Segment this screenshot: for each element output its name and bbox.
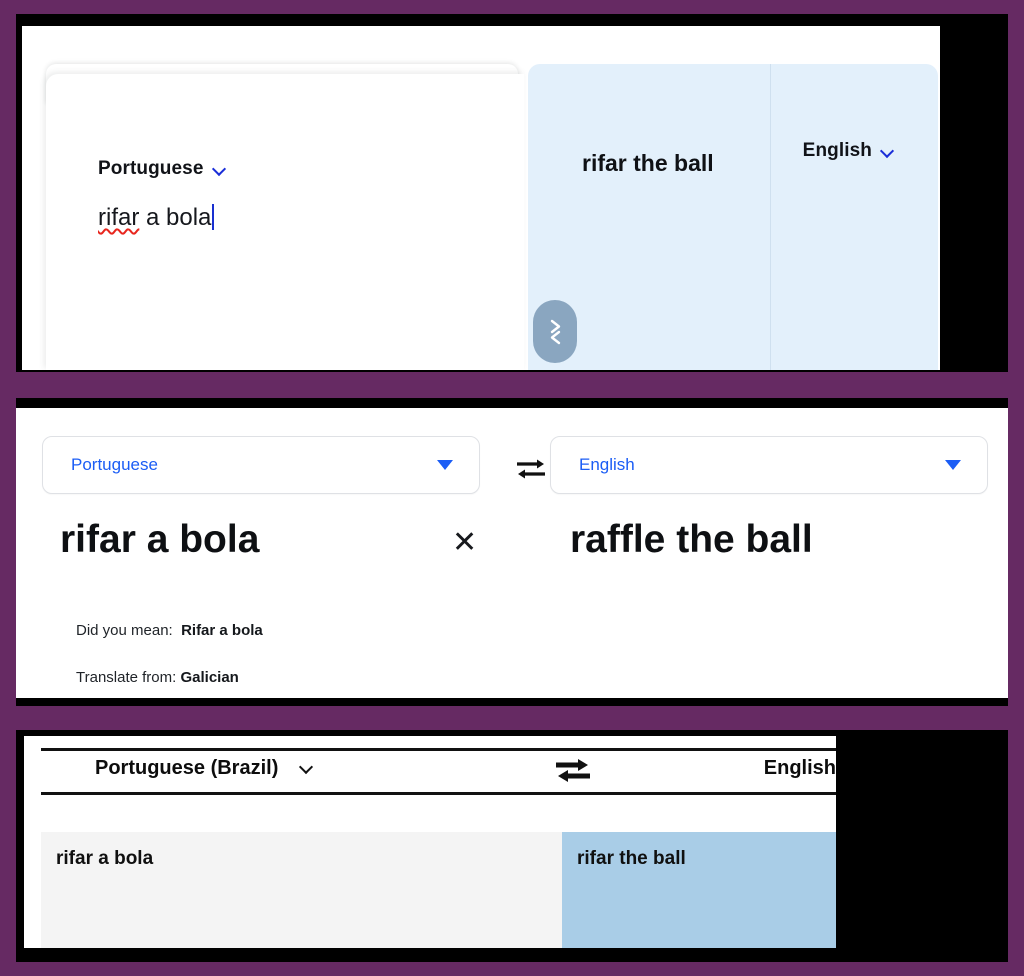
- frame-divider-1b: [0, 386, 1024, 398]
- translate-from-row[interactable]: Translate from: Galician: [76, 669, 239, 686]
- target-text-top: rifar the ball: [582, 150, 714, 176]
- source-pane: Portuguese rifar a bola: [46, 74, 524, 370]
- swap-languages-icon[interactable]: [552, 757, 594, 785]
- swap-languages-icon[interactable]: [511, 456, 551, 482]
- source-language-dropdown-mid[interactable]: Portuguese: [42, 436, 480, 494]
- target-language-label-mid: English: [579, 455, 635, 474]
- translate-from-value[interactable]: Galician: [180, 669, 238, 686]
- spellcheck-word: rifar: [98, 204, 140, 231]
- chevron-down-icon: [300, 762, 314, 776]
- header-rule-bottom: [41, 792, 836, 795]
- target-language-selector-top[interactable]: English: [803, 140, 894, 162]
- frame-right-upper: [1008, 0, 1024, 386]
- frame-left-upper: [0, 0, 16, 386]
- source-language-selector-bottom[interactable]: Portuguese (Brazil): [95, 757, 314, 780]
- frame-right-lower: [1008, 720, 1024, 976]
- frame-divider-2b: [0, 720, 1024, 730]
- source-text-bottom[interactable]: rifar a bola: [41, 832, 562, 948]
- source-text-rest: a bola: [139, 204, 212, 231]
- target-language-dropdown-mid[interactable]: English: [550, 436, 988, 494]
- did-you-mean-row[interactable]: Did you mean: Rifar a bola: [76, 622, 263, 639]
- frame-right-mid: [1008, 386, 1024, 720]
- target-text-mid: raffle the ball: [570, 518, 813, 561]
- text-caret: [212, 204, 215, 230]
- close-icon[interactable]: ✕: [452, 528, 477, 558]
- target-text-bottom: rifar the ball: [562, 832, 836, 948]
- translate-popup-panel: Portuguese rifar a bola English rifar th…: [22, 26, 940, 370]
- did-you-mean-value[interactable]: Rifar a bola: [181, 622, 263, 639]
- target-language-label-bottom[interactable]: English: [764, 757, 836, 780]
- chevron-down-icon: [213, 163, 226, 176]
- chevron-down-icon: [881, 145, 894, 158]
- translate-from-label: Translate from:: [76, 669, 177, 686]
- target-pane-divider: [770, 64, 771, 370]
- frame-left-mid: [0, 386, 16, 720]
- basic-translator-header: Portuguese (Brazil) English: [41, 748, 836, 792]
- source-language-label-top: Portuguese: [98, 158, 204, 179]
- target-language-label-top: English: [802, 140, 872, 161]
- frame-divider-2: [0, 706, 1024, 720]
- source-language-label-bottom: Portuguese (Brazil): [95, 757, 279, 779]
- triangle-down-icon: [945, 460, 961, 470]
- source-text-mid[interactable]: rifar a bola: [60, 518, 259, 562]
- screenshot-root: Portuguese rifar a bola English rifar th…: [0, 0, 1024, 976]
- translation-cells: rifar a bola rifar the ball: [41, 832, 836, 948]
- expand-handle-icon[interactable]: [533, 300, 577, 363]
- frame-top: [0, 0, 1024, 14]
- source-language-label-mid: Portuguese: [71, 455, 158, 474]
- triangle-down-icon: [437, 460, 453, 470]
- frame-left-lower: [0, 720, 16, 976]
- frame-divider-1: [0, 372, 1024, 386]
- target-pane: English: [528, 64, 938, 370]
- basic-translator-panel: Portuguese (Brazil) English rifar a bola…: [24, 736, 836, 948]
- source-text-top[interactable]: rifar a bola: [98, 204, 215, 232]
- did-you-mean-label: Did you mean:: [76, 622, 173, 639]
- frame-bottom: [0, 962, 1024, 976]
- source-language-selector-top[interactable]: Portuguese: [98, 158, 226, 180]
